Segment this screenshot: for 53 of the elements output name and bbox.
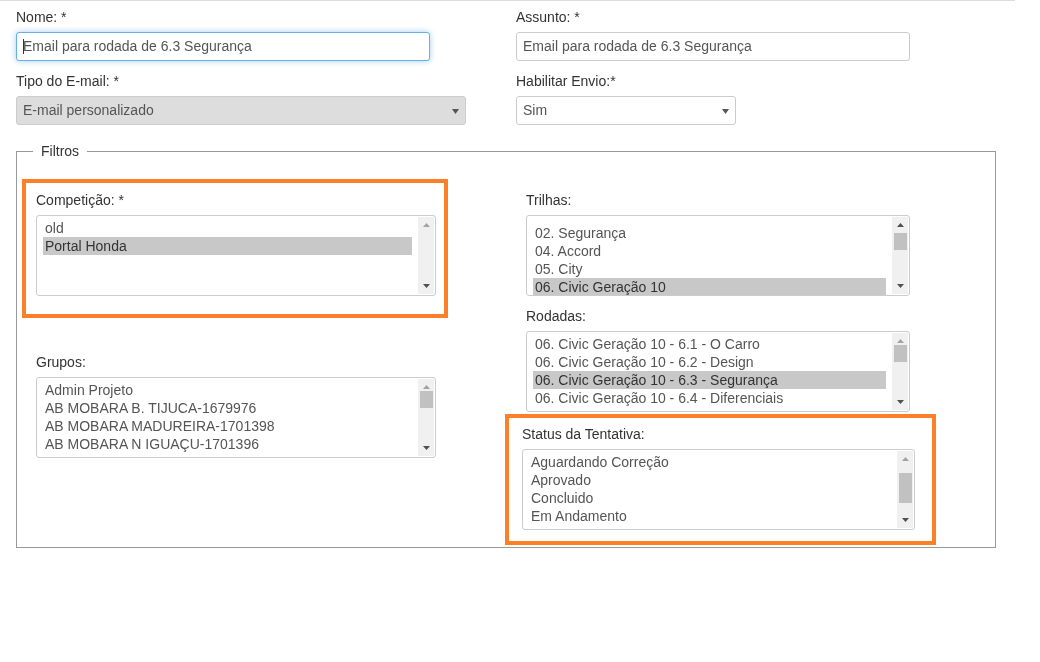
list-label: Trilhas: [526,192,573,208]
field-label: Assunto: * [516,9,580,25]
list-option[interactable]: 02. Segurança [533,224,886,242]
scroll-thumb[interactable] [419,391,433,408]
scrollbar[interactable] [892,333,908,410]
list-option[interactable]: old [43,219,412,237]
list-option[interactable]: 06. Civic Geração 10 [533,278,886,295]
list-option[interactable]: 06. Civic Geração 10 - 6.2 - Design [533,353,886,371]
list-option[interactable]: 06. Civic Geração 10 - 6.4 - Diferenciais [533,389,886,407]
scrollbar[interactable] [892,217,908,294]
list-box[interactable]: 06. Civic Geração 10 - 6.1 - O Carro 06. Civic Geração 10 - 6.2 - Design 06. Civic Geração 10 - 6.3 - Segurança 06. Civic Geração 10 - 6.4 - Diferenciais [526,331,910,412]
scroll-down-icon[interactable] [901,518,909,522]
panel-legend: Filtros [33,143,88,159]
list-option[interactable]: Em Andamento [529,507,891,525]
list-option[interactable]: Concluido [529,489,891,507]
list-option[interactable]: 05. City [533,260,886,278]
list-label: Rodadas: [526,308,587,324]
text-field[interactable]: Email para rodada de 6.3 Segurança [16,32,430,61]
list-box[interactable]: old Portal Honda [36,215,436,296]
list-option[interactable]: Portal Honda [43,237,412,255]
scroll-thumb[interactable] [898,473,912,503]
list-label: Competição: * [36,192,125,208]
dropdown[interactable]: Sim [516,96,736,125]
scrollbar[interactable] [897,451,913,528]
scroll-thumb[interactable] [893,345,907,362]
text-field[interactable]: Email para rodada de 6.3 Segurança [516,32,910,61]
list-box[interactable]: Admin Projeto AB MOBARA B. TIJUCA-1679976 AB MOBARA MADUREIRA-1701398 AB MOBARA N IGUAÇU-1701396 [36,377,436,458]
scroll-thumb[interactable] [893,233,907,250]
list-option[interactable]: AB MOBARA B. TIJUCA-1679976 [43,399,412,417]
scrollbar[interactable] [418,217,434,294]
list-option[interactable]: 06. Civic Geração 10 - 6.3 - Segurança [533,371,886,389]
caret-icon [722,109,729,114]
list-option[interactable]: 06. Civic Geração 10 - 6.1 - O Carro [533,335,886,353]
scroll-down-icon[interactable] [896,400,904,404]
field-label: Habilitar Envio:* [516,73,616,89]
list-option[interactable]: Aprovado [529,471,891,489]
list-label: Status da Tentativa: [522,426,646,442]
list-box[interactable]: Aguardando Correção Aprovado Concluido Em Andamento [522,449,915,530]
list-option[interactable]: Admin Projeto [43,381,412,399]
caret-icon [452,109,459,114]
scrollbar[interactable] [418,379,434,456]
list-box[interactable]: 02. Segurança 04. Accord 05. City 06. Civic Geração 10 [526,215,910,296]
list-label: Grupos: [36,354,87,370]
scroll-down-icon[interactable] [896,284,904,288]
scroll-down-icon[interactable] [422,284,430,288]
field-label: Tipo do E-mail: * [16,73,119,89]
scroll-up-icon[interactable] [896,223,904,227]
list-option[interactable]: AB MOBARA MADUREIRA-1701398 [43,417,412,435]
list-option[interactable]: AB MOBARA N IGUAÇU-1701396 [43,435,412,453]
list-option[interactable]: Aguardando Correção [529,453,891,471]
scroll-down-icon[interactable] [422,446,430,450]
list-option[interactable]: 04. Accord [533,242,886,260]
field-label: Nome: * [16,9,67,25]
